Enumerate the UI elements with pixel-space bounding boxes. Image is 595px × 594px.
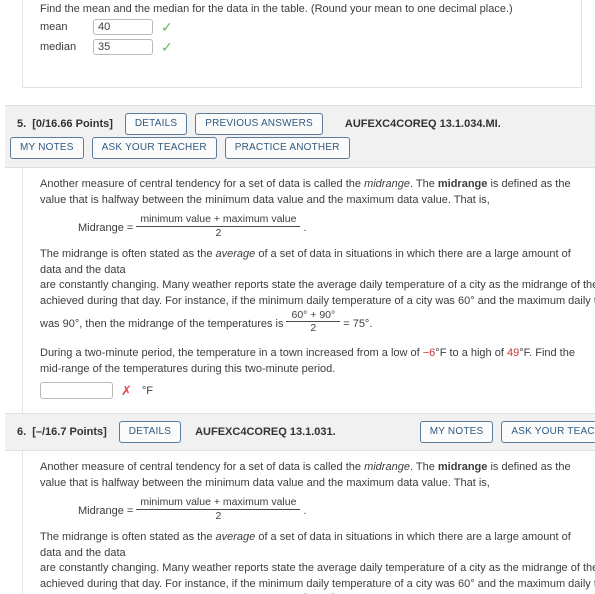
ask-your-teacher-button-q5[interactable]: ASK YOUR TEACHER bbox=[91, 137, 217, 159]
body-italic-average: average bbox=[215, 531, 256, 543]
midrange-answer-input[interactable] bbox=[40, 382, 113, 399]
details-button-q5[interactable]: DETAILS bbox=[124, 113, 188, 135]
mean-input[interactable] bbox=[93, 19, 153, 35]
problem-text-1: During a two-minute period, the temperat… bbox=[40, 347, 423, 359]
intro-text-2: . The bbox=[409, 178, 438, 190]
question-6-block: 6. [–/16.7 Points] DETAILS AUFEXC4COREQ … bbox=[0, 413, 595, 594]
formula-numerator: minimum value + maximum value bbox=[136, 213, 301, 227]
webassign-assignment-page: Find the mean and the median for the dat… bbox=[0, 0, 595, 594]
body-text-1: The midrange is often stated as the bbox=[40, 248, 216, 260]
question-5-header: 5. [0/16.66 Points] DETAILS PREVIOUS ANS… bbox=[5, 105, 595, 168]
example-result: = 75°. bbox=[343, 317, 373, 330]
previous-answers-button-q5[interactable]: PREVIOUS ANSWERS bbox=[195, 113, 323, 135]
intro-italic-midrange: midrange bbox=[364, 461, 410, 473]
mean-label: mean bbox=[40, 21, 68, 33]
details-button-q6[interactable]: DETAILS bbox=[118, 421, 182, 443]
formula-period: . bbox=[303, 221, 307, 234]
median-label: median bbox=[40, 41, 77, 53]
question-5-header-row-2: MY NOTES ASK YOUR TEACHER PRACTICE ANOTH… bbox=[5, 136, 595, 160]
question-6-intro: Another measure of central tendency for … bbox=[40, 460, 595, 491]
question-6-body-line-2: are constantly changing. Many weather re… bbox=[40, 562, 595, 574]
example-fraction: 60° + 90° 2 bbox=[286, 309, 341, 334]
ask-your-teacher-button-q6[interactable]: ASK YOUR TEACHER bbox=[501, 421, 595, 443]
body-italic-average: average bbox=[215, 248, 256, 260]
question-5-body-line-2: are constantly changing. Many weather re… bbox=[40, 279, 595, 291]
formula-fraction: minimum value + maximum value 2 bbox=[136, 496, 301, 523]
question-6-body: Another measure of central tendency for … bbox=[22, 451, 595, 594]
practice-another-button-q5[interactable]: PRACTICE ANOTHER bbox=[224, 137, 350, 159]
formula-fraction: minimum value + maximum value 2 bbox=[136, 213, 301, 240]
question-5-header-row-1: 5. [0/16.66 Points] DETAILS PREVIOUS ANS… bbox=[5, 112, 595, 136]
intro-bold-midrange: midrange bbox=[437, 461, 488, 473]
check-icon: ✓ bbox=[161, 19, 173, 35]
problem-high-value: 49 bbox=[506, 347, 520, 359]
answer-unit-label: °F bbox=[141, 384, 154, 397]
intro-text-1: Another measure of central tendency for … bbox=[40, 461, 365, 473]
intro-italic-midrange: midrange bbox=[364, 178, 410, 190]
intro-bold-midrange: midrange bbox=[437, 178, 488, 190]
check-icon: ✓ bbox=[161, 39, 173, 55]
formula-label: Midrange = bbox=[78, 221, 134, 234]
formula-denominator: 2 bbox=[215, 510, 222, 522]
question-5-problem-statement: During a two-minute period, the temperat… bbox=[40, 346, 595, 377]
body-text-1: The midrange is often stated as the bbox=[40, 531, 216, 543]
question-5-points: [0/16.66 Points] bbox=[32, 118, 113, 130]
formula-numerator: minimum value + maximum value bbox=[136, 496, 301, 510]
mean-answer-row: mean ✓ bbox=[40, 19, 173, 35]
question-5-answer-row: ✗ °F bbox=[40, 382, 595, 399]
question-5-body-line-4: was 90°, then the midrange of the temper… bbox=[40, 309, 595, 337]
problem-text-2: °F to a high of bbox=[435, 347, 507, 359]
my-notes-button-q5[interactable]: MY NOTES bbox=[10, 137, 84, 159]
question-5-body-line-3: achieved during that day. For instance, … bbox=[40, 294, 595, 307]
question-6-points: [–/16.7 Points] bbox=[32, 426, 107, 438]
x-icon: ✗ bbox=[121, 383, 132, 398]
question-5-number: 5. bbox=[17, 118, 27, 130]
body-text-5: was 90°, then the midrange of the temper… bbox=[40, 317, 284, 330]
question-5-body: Another measure of central tendency for … bbox=[22, 168, 595, 451]
problem-low-value: −6 bbox=[422, 347, 436, 359]
question-6-number: 6. bbox=[17, 426, 27, 438]
intro-text-2: . The bbox=[409, 461, 438, 473]
question-6-code: AUFEXC4COREQ 13.1.031. bbox=[195, 426, 336, 438]
question-5-block: 5. [0/16.66 Points] DETAILS PREVIOUS ANS… bbox=[0, 105, 595, 451]
question-6-header-row: 6. [–/16.7 Points] DETAILS AUFEXC4COREQ … bbox=[5, 420, 595, 444]
formula-label: Midrange = bbox=[78, 504, 134, 517]
previous-question-panel: Find the mean and the median for the dat… bbox=[22, 0, 582, 88]
formula-period: . bbox=[303, 504, 307, 517]
question-6-body-line-1: The midrange is often stated as the aver… bbox=[40, 530, 595, 561]
example-denominator: 2 bbox=[310, 322, 317, 334]
question-5-body-line-1: The midrange is often stated as the aver… bbox=[40, 247, 595, 278]
my-notes-button-q6[interactable]: MY NOTES bbox=[419, 421, 494, 443]
question-6-midrange-formula: Midrange = minimum value + maximum value… bbox=[40, 496, 595, 524]
question-5-code: AUFEXC4COREQ 13.1.034.MI. bbox=[344, 118, 501, 130]
question-5-midrange-formula: Midrange = minimum value + maximum value… bbox=[40, 213, 595, 241]
question-6-body-line-3: achieved during that day. For instance, … bbox=[40, 577, 595, 590]
median-answer-row: median ✓ bbox=[40, 39, 173, 55]
question-6-header: 6. [–/16.7 Points] DETAILS AUFEXC4COREQ … bbox=[5, 413, 595, 451]
example-numerator: 60° + 90° bbox=[286, 309, 341, 322]
question-5-intro: Another measure of central tendency for … bbox=[40, 177, 595, 208]
previous-question-prompt: Find the mean and the median for the dat… bbox=[40, 3, 513, 15]
intro-text-1: Another measure of central tendency for … bbox=[40, 178, 365, 190]
median-input[interactable] bbox=[93, 39, 153, 55]
formula-denominator: 2 bbox=[215, 227, 222, 239]
